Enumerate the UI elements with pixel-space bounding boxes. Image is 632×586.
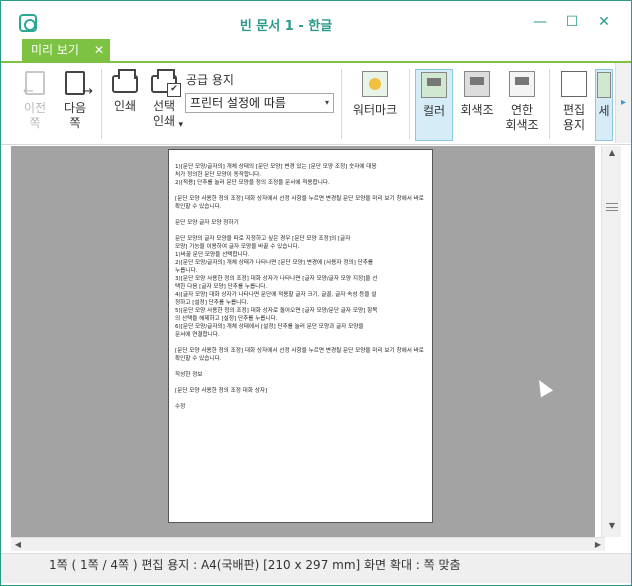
vertical-scrollbar[interactable]: ▲ ▼ [601, 146, 621, 537]
grayscale-label: 회색조 [460, 103, 494, 117]
tab-preview-label: 미리 보기 [31, 43, 79, 57]
prev-page-icon [23, 71, 45, 99]
minimize-button[interactable]: — [529, 11, 551, 33]
select-print-dropdown-arrow[interactable]: ▾ [178, 118, 183, 133]
paper-source-select[interactable]: 프린터 설정에 따름 ▾ [185, 93, 334, 113]
document-line: 누릅니다. [175, 268, 198, 274]
ribbon-divider [409, 69, 410, 139]
document-line: 1)[문단 모양/글자의] 개체 상태의 [문단 모양] 변경 있는 [문단 모… [175, 164, 377, 170]
close-button[interactable]: ✕ [593, 11, 615, 33]
watermark-label: 워터마크 [352, 103, 398, 117]
more-ribbon-label: 세 [598, 104, 610, 118]
ribbon-divider [341, 69, 342, 139]
edit-paper-button[interactable]: 편집 용지 [557, 69, 591, 141]
window-title: 빈 문서 1 - 한글 [239, 19, 333, 34]
document-line: 정하고 [설정] 단추를 누릅니다. [175, 300, 249, 306]
document-line: [문단 모양 사용한 정의 조정] 대화 상자에서 선정 사항을 누르면 변경될… [175, 196, 424, 210]
select-print-icon [151, 69, 181, 97]
paper-source-value: 프린터 설정에 따름 [190, 96, 286, 110]
next-page-icon [65, 71, 93, 99]
document-line: [문단 모양 사용한 정의 조정] 대화 상자에서 선정 사항을 누르면 변경될… [175, 348, 424, 362]
ribbon-divider [549, 69, 550, 139]
document-line: [문단 모양 사용한 정의 조정 대화 상자] [175, 388, 268, 394]
document-line: 처가 정의한 문단 모양이 동작합니다. [175, 172, 262, 178]
document-line: 문서에 연결합니다. [175, 332, 220, 338]
ribbon-divider [101, 69, 102, 139]
scroll-left-arrow[interactable]: ◀ [11, 538, 25, 552]
maximize-button[interactable]: ☐ [561, 11, 583, 33]
horizontal-scrollbar[interactable]: ◀ ▶ [11, 537, 605, 551]
document-line: 문단 모양 글자 모양 정하기 [175, 220, 239, 226]
app-window: 빈 문서 1 - 한글 — ☐ ✕ 미리 보기 ✕ 이전 쪽 다음 쪽 인쇄 선… [0, 0, 632, 586]
status-bar: 1쪽 ( 1쪽 / 4쪽 ) 편집 용지 : A4(국배판) [210 x 29… [1, 553, 631, 583]
scroll-down-arrow[interactable]: ▼ [602, 521, 622, 535]
document-line: 4)[글자 모양] 대화 상자가 나타나면 문단에 적용할 글자 크기, 글꼴,… [175, 292, 377, 298]
grayscale-image-icon [464, 71, 490, 97]
scroll-right-arrow[interactable]: ▶ [591, 538, 605, 552]
color-mode-label: 컬러 [422, 104, 446, 118]
paper-source-label: 공급 용지 [186, 73, 234, 87]
next-page-label: 다음 쪽 [63, 101, 87, 130]
document-line: 2)[적용] 단추를 눌러 문단 모양을 정의 조정을 문서에 적용합니다. [175, 180, 330, 186]
document-line: 모양] 기능을 이용하여 글자 모양을 바꿀 수 있습니다. [175, 244, 300, 250]
scroll-thumb-grip[interactable] [606, 203, 618, 211]
document-line: 작성한 정보 [175, 372, 203, 378]
tab-preview[interactable]: 미리 보기 ✕ [22, 39, 110, 61]
next-page-button[interactable]: 다음 쪽 [57, 69, 93, 141]
color-mode-button[interactable]: 컬러 [415, 69, 453, 141]
light-grayscale-button[interactable]: 연한 회색조 [501, 69, 543, 141]
document-line: 6)[문단 모양/글자의] 개체 상태에서 [설정] 단추를 눌러 문단 모양과… [175, 324, 364, 330]
preview-area[interactable]: 1)[문단 모양/글자의] 개체 상태의 [문단 모양] 변경 있는 [문단 모… [11, 146, 595, 537]
printer-icon [112, 69, 138, 93]
document-line: 문단 모양의 글자 모양을 따로 지정하고 싶은 경우 [문단 모양 조정]의 … [175, 236, 351, 242]
more-ribbon-icon [597, 72, 611, 98]
more-ribbon-button[interactable]: 세 [595, 69, 613, 141]
chevron-down-icon: ▾ [324, 98, 329, 107]
light-grayscale-image-icon [509, 71, 535, 97]
tab-close-icon[interactable]: ✕ [94, 39, 104, 61]
document-line: 3)[문단 모양 사용한 정의 조정] 대화 상자가 나타나면 [글자 모양/글… [175, 276, 378, 282]
print-button[interactable]: 인쇄 [107, 69, 143, 141]
grayscale-button[interactable]: 회색조 [457, 69, 497, 141]
prev-page-label: 이전 쪽 [23, 101, 47, 130]
print-label: 인쇄 [113, 99, 137, 113]
select-print-button[interactable]: 선택 인쇄 ▾ [145, 69, 183, 141]
document-line: 택한 다음 [글자 모양] 단추를 누릅니다. [175, 284, 268, 290]
document-line: 의 선택을 해제하고 [설정] 단추를 누릅니다. [175, 316, 278, 322]
document-line: 2)[문단 모양/글자의] 개체 상태가 나타나면 [문단 모양] 변경에 [사… [175, 260, 374, 266]
document-line: 수정 [175, 404, 186, 410]
prev-page-button[interactable]: 이전 쪽 [17, 69, 53, 141]
status-text: 1쪽 ( 1쪽 / 4쪽 ) 편집 용지 : A4(국배판) [210 x 29… [49, 558, 461, 572]
watermark-button[interactable]: 워터마크 [347, 69, 403, 141]
preview-page: 1)[문단 모양/글자의] 개체 상태의 [문단 모양] 변경 있는 [문단 모… [168, 149, 433, 523]
title-bar: 빈 문서 1 - 한글 — ☐ ✕ [1, 1, 631, 39]
ribbon-scroll-right-button[interactable]: ▸ [615, 63, 631, 143]
document-line: 5)[문단 모양 사용한 정의 조정] 대화 상자로 돌아오면 [글자 모양/문… [175, 308, 378, 314]
ribbon-toolbar: 이전 쪽 다음 쪽 인쇄 선택 인쇄 ▾ 공급 용지 프린터 설정에 따름 ▾ … [1, 61, 631, 145]
edit-paper-label: 편집 용지 [562, 103, 586, 132]
scroll-up-arrow[interactable]: ▲ [602, 148, 622, 162]
light-grayscale-label: 연한 회색조 [505, 103, 539, 132]
edit-paper-icon [561, 71, 587, 97]
document-line: 1)바꿀 문단 모양을 선택합니다. [175, 252, 250, 258]
watermark-icon [362, 71, 388, 97]
select-print-label: 선택 인쇄 [152, 99, 176, 128]
color-image-icon [421, 72, 447, 98]
